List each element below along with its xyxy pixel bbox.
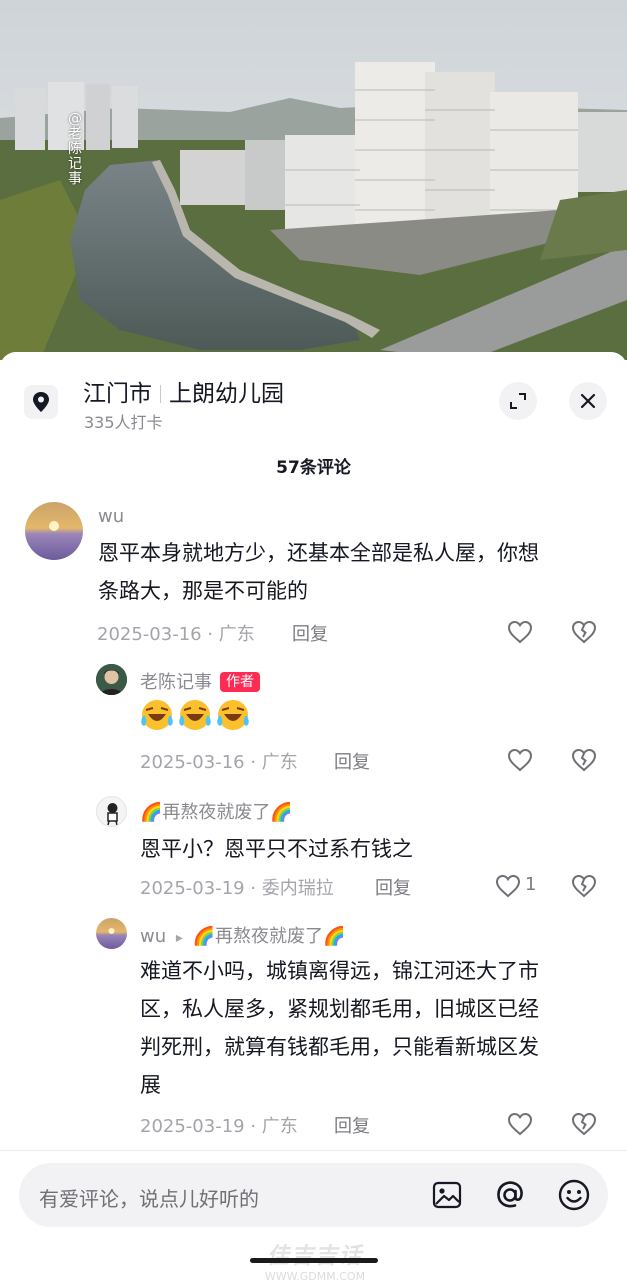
location-header[interactable]: 江门市 上朗幼儿园 335人打卡 [0,352,627,448]
avatar[interactable] [96,796,127,827]
checkin-count: 335人打卡 [84,413,163,432]
comments-count-title: 57条评论 [276,458,351,478]
comment-meta: 2025-03-16 · 广东 [140,752,298,773]
heart-icon [507,748,533,772]
comment-text: 难道不小吗，城镇离得远，锦江河还大了市 区，私人屋多，紧规划都毛用，旧城区已经 … [140,952,610,1104]
at-icon [497,1181,523,1208]
comment-username[interactable]: wu [98,506,124,527]
comment-text-line: 难道不小吗，城镇离得远，锦江河还大了市 [140,959,539,983]
comment-text-line: 恩平小？恩平只不过系冇钱之 [140,837,413,861]
dislike-button[interactable] [570,618,598,646]
reply-button[interactable]: 回复 [334,748,370,774]
reply-to-username[interactable]: 🌈再熬夜就废了🌈 [193,926,346,947]
close-icon [580,393,596,409]
comment-meta: 2025-03-19 · 委内瑞拉 [140,878,334,899]
laugh-cry-emoji-icon [217,700,249,730]
broken-heart-icon [571,874,597,898]
expand-icon [510,393,526,409]
location-place: 上朗幼儿园 [169,381,284,407]
mention-button[interactable] [492,1177,528,1213]
comment-username: 老陈记事 作者 [140,668,260,694]
emoji-button[interactable] [556,1177,592,1213]
comment-meta: 2025-03-16 · 广东 [97,624,255,645]
comment-text: 恩平小？恩平只不过系冇钱之 [140,830,610,868]
site-watermark-url: WWW.GDMM.COM [264,1270,366,1280]
home-indicator[interactable] [250,1258,378,1263]
comment-text-line: 展 [140,1073,161,1097]
expand-button[interactable] [499,382,537,420]
reply-button[interactable]: 回复 [334,1112,370,1138]
laugh-cry-emoji-icon [179,700,211,730]
site-watermark-name: 佳吉吉话 [266,1244,363,1269]
input-divider [0,1150,627,1151]
comments-sheet: 江门市 上朗幼儿园 335人打卡 57条评论 wu 恩平本身就地方少，还基本全部… [0,352,627,1280]
avatar[interactable] [96,918,127,949]
like-button[interactable] [506,746,534,774]
heart-icon [495,874,521,898]
reply-button[interactable]: 回复 [375,874,411,900]
heart-icon [507,1112,533,1136]
avatar[interactable] [25,502,83,560]
comment-meta: 2025-03-19 · 广东 [140,1116,298,1137]
comment-username: wu ▸ 🌈再熬夜就废了🌈 [140,922,345,948]
heart-icon [507,620,533,644]
photo-watermark: @老陈记事 [68,111,82,187]
like-button[interactable] [506,618,534,646]
location-title: 江门市 上朗幼儿园 [83,374,284,408]
username-text[interactable]: 老陈记事 [140,672,212,693]
comment-reply-item: 老陈记事 作者 2025-03-16 · 广东 回复 [0,662,627,782]
emoji-icon [558,1179,590,1211]
reply-button[interactable]: 回复 [292,620,328,646]
location-city: 江门市 [83,381,152,407]
dislike-button[interactable] [570,746,598,774]
comment-item: wu 恩平本身就地方少，还基本全部是私人屋，你想 条路大，那是不可能的 2025… [0,502,627,652]
username-text[interactable]: wu [140,926,166,947]
laugh-cry-emoji-icon [141,700,173,730]
comment-reply-item: 🌈再熬夜就废了🌈 恩平小？恩平只不过系冇钱之 2025-03-19 · 委内瑞拉… [0,794,627,904]
image-icon [432,1181,462,1209]
comment-reply-item: wu ▸ 🌈再熬夜就废了🌈 难道不小吗，城镇离得远，锦江河还大了市 区，私人屋多… [0,918,627,1148]
broken-heart-icon [571,620,597,644]
location-photo: @老陈记事 [0,0,627,360]
avatar[interactable] [96,664,127,695]
comment-text-line: 判死刑，就算有钱都毛用，只能看新城区发 [140,1035,539,1059]
dislike-button[interactable] [570,872,598,900]
location-pin-icon [24,385,58,419]
like-button[interactable] [506,1110,534,1138]
comment-text-line: 区，私人屋多，紧规划都毛用，旧城区已经 [140,997,539,1021]
comment-text: 恩平本身就地方少，还基本全部是私人屋，你想 条路大，那是不可能的 [98,534,608,610]
like-count: 1 [525,874,537,895]
author-badge: 作者 [220,672,260,692]
comment-input-placeholder[interactable]: 有爱评论，说点儿好听的 [39,1183,259,1212]
close-button[interactable] [569,382,607,420]
comment-input-bar[interactable]: 有爱评论，说点儿好听的 [19,1163,608,1227]
reply-arrow-icon: ▸ [175,930,183,946]
title-separator [160,385,161,403]
like-button[interactable] [494,872,522,900]
broken-heart-icon [571,1112,597,1136]
city-river-aerial-image [0,0,627,360]
comment-username[interactable]: 🌈再熬夜就废了🌈 [140,798,293,824]
broken-heart-icon [571,748,597,772]
dislike-button[interactable] [570,1110,598,1138]
image-button[interactable] [429,1177,465,1213]
comment-text-line: 条路大，那是不可能的 [98,579,308,603]
comment-text-line: 恩平本身就地方少，还基本全部是私人屋，你想 [98,541,539,565]
comment-emojis [140,698,254,738]
